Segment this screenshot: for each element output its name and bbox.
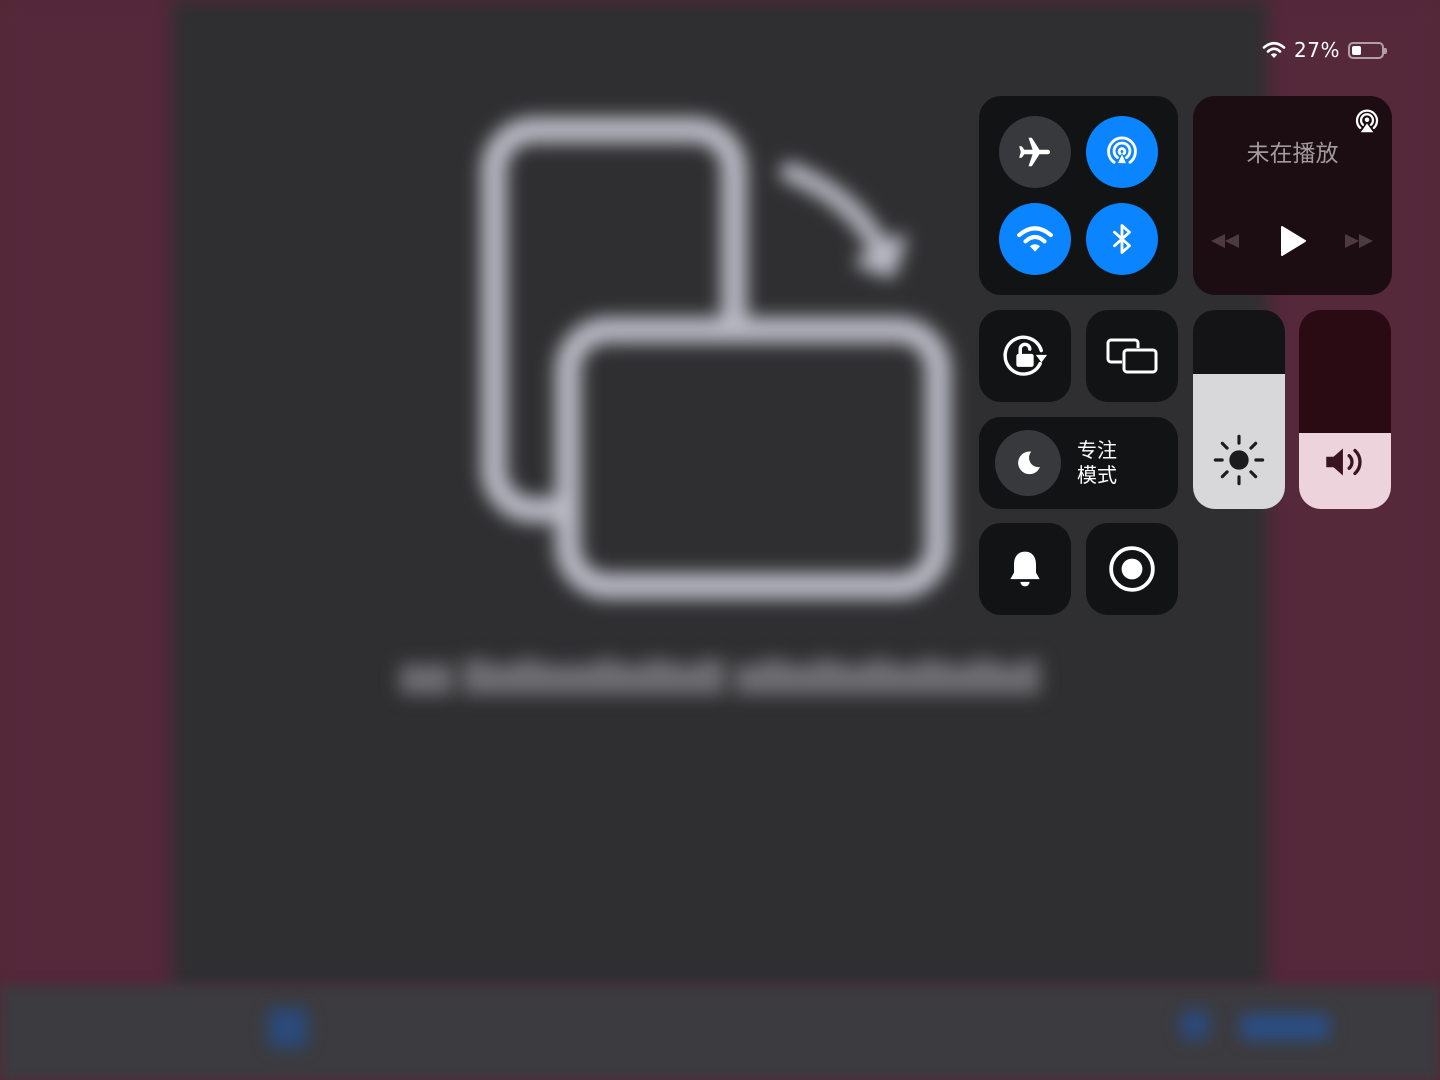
sun-icon xyxy=(1213,434,1265,486)
silent-mode-button[interactable] xyxy=(979,523,1071,615)
focus-label-line1: 专注 xyxy=(1077,438,1117,462)
focus-label-line2: 模式 xyxy=(1077,463,1117,487)
play-button[interactable] xyxy=(1275,220,1311,262)
status-bar: 27% xyxy=(1262,36,1387,64)
screen-mirroring-icon xyxy=(1106,338,1158,374)
play-icon xyxy=(1281,226,1306,256)
background-toolbar-icon xyxy=(268,1008,308,1048)
fast-forward-button[interactable] xyxy=(1341,226,1377,256)
rewind-icon xyxy=(1211,234,1239,248)
rewind-button[interactable] xyxy=(1207,226,1243,256)
wifi-icon xyxy=(1262,41,1286,58)
background-bottom-toolbar xyxy=(0,985,1440,1080)
connectivity-module xyxy=(979,96,1178,295)
brightness-slider[interactable] xyxy=(1193,310,1285,509)
background-toolbar-button xyxy=(1240,1014,1330,1040)
moon-icon xyxy=(1018,451,1040,475)
bluetooth-toggle[interactable] xyxy=(1086,203,1158,275)
airplay-icon[interactable] xyxy=(1352,106,1382,136)
airdrop-icon xyxy=(1107,136,1137,164)
screen-record-button[interactable] xyxy=(1086,523,1178,615)
background-toolbar-icon xyxy=(1180,1010,1210,1040)
bell-icon xyxy=(1010,551,1040,587)
background-hint-text: ▆▆ ▇▆▇▆▆▇▆▇▆▇ ▆▇▆▇▆▇▆▇▆▇▆▇ xyxy=(400,655,1040,695)
focus-moon-circle xyxy=(995,430,1061,496)
rotation-lock-icon xyxy=(1003,335,1048,376)
rotation-lock-button[interactable] xyxy=(979,310,1071,402)
wifi-icon xyxy=(1017,226,1053,252)
airplane-icon xyxy=(1019,137,1051,167)
battery-icon xyxy=(1348,41,1387,59)
fast-forward-icon xyxy=(1345,234,1373,248)
focus-mode-button[interactable]: 专注 模式 xyxy=(979,417,1178,509)
battery-percent: 27% xyxy=(1294,38,1340,62)
bluetooth-icon xyxy=(1113,224,1131,254)
airdrop-toggle[interactable] xyxy=(1086,116,1158,188)
volume-slider[interactable] xyxy=(1299,310,1391,509)
now-playing-module[interactable]: 未在播放 xyxy=(1193,96,1392,295)
now-playing-title: 未在播放 xyxy=(1246,141,1339,167)
screen-record-icon xyxy=(1109,546,1155,592)
battery-fill xyxy=(1352,45,1361,55)
wifi-toggle[interactable] xyxy=(999,203,1071,275)
screen-mirroring-button[interactable] xyxy=(1086,310,1178,402)
focus-label: 专注 模式 xyxy=(1077,438,1117,488)
speaker-icon xyxy=(1326,448,1362,476)
airplane-mode-toggle[interactable] xyxy=(999,116,1071,188)
